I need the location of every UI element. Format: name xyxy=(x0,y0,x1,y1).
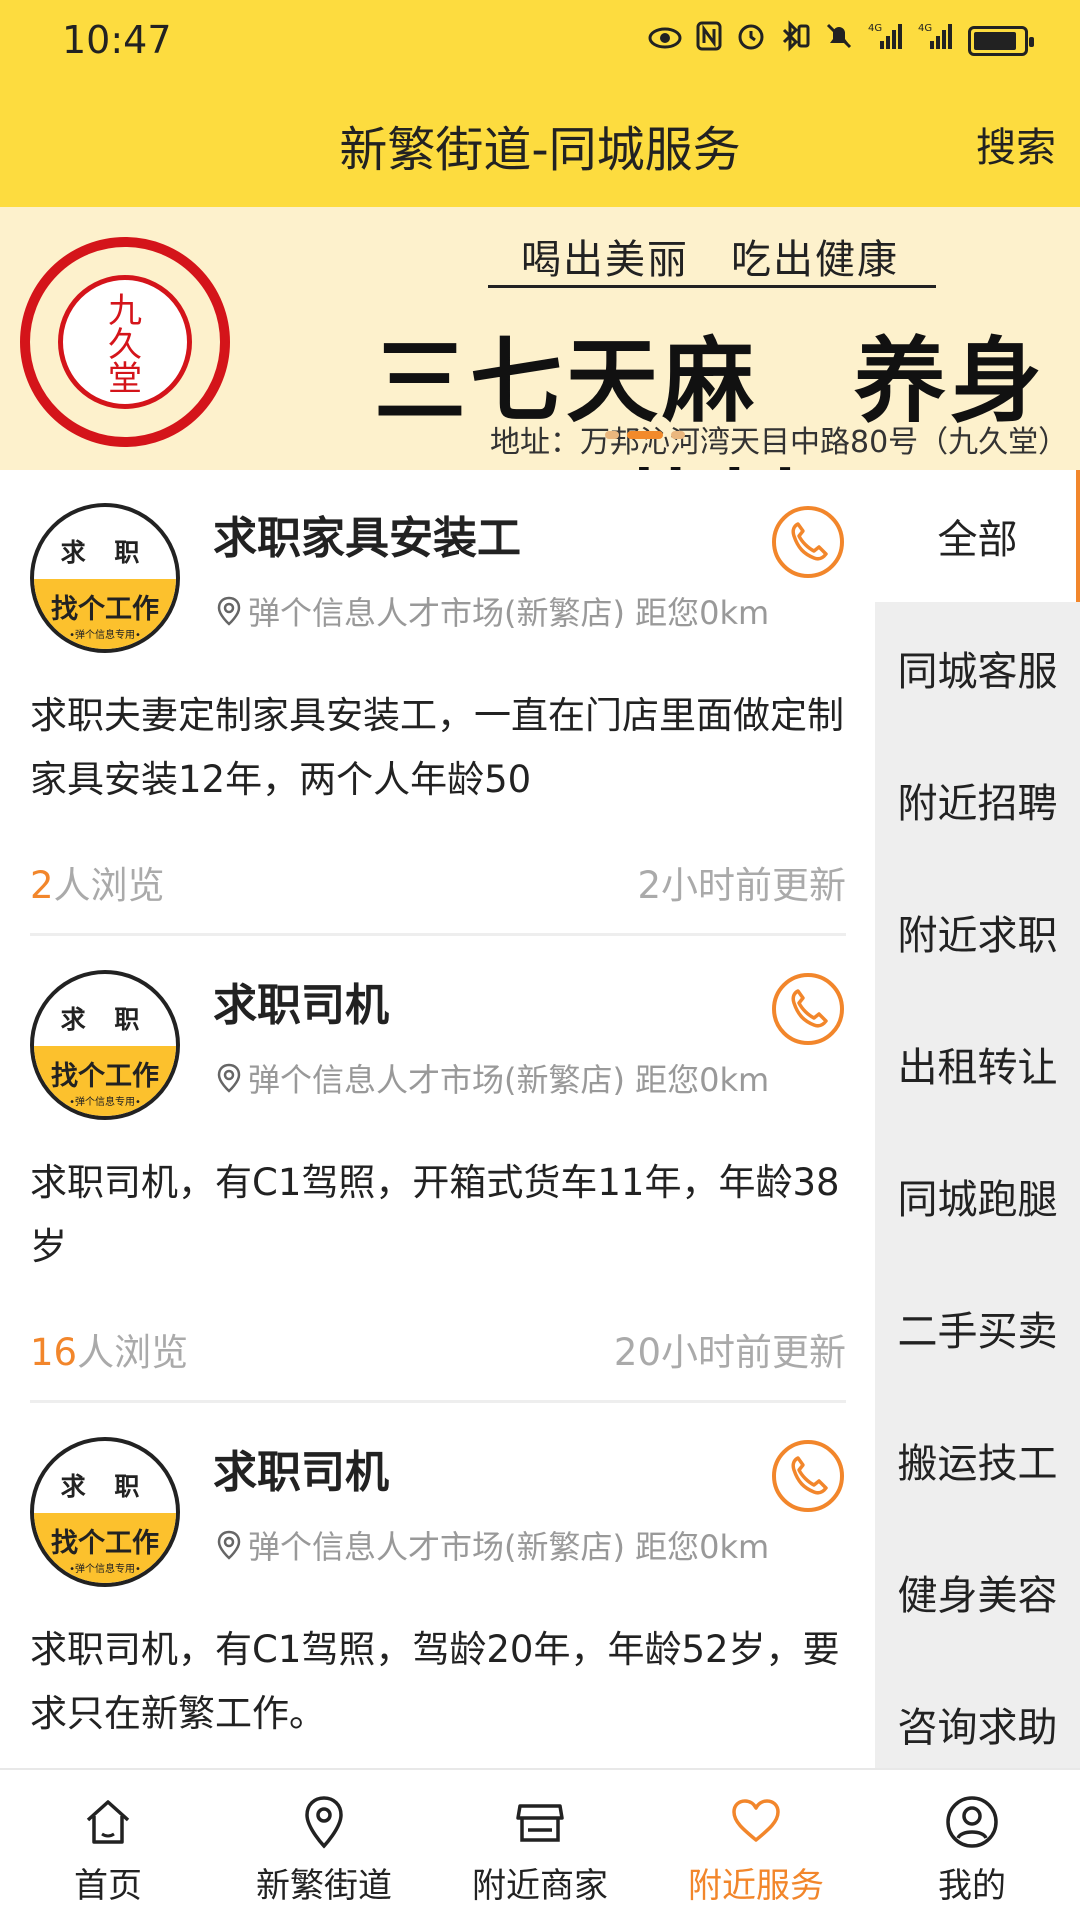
nav-street[interactable]: 新繁街道 xyxy=(216,1770,432,1920)
phone-call-icon[interactable] xyxy=(772,506,844,578)
carousel-dot xyxy=(605,431,619,439)
bottom-nav: 首页 新繁街道 附近商家 附近服务 我的 xyxy=(0,1768,1080,1920)
status-time: 10:47 xyxy=(62,18,172,62)
listing-description: 求职司机，有C1驾照，驾龄20年，年龄52岁，要求只在新繁工作。 xyxy=(30,1628,840,1735)
listing-updated: 20小时前更新 xyxy=(613,1331,846,1374)
location-pin-icon xyxy=(217,596,241,626)
nav-nearby-services[interactable]: 附近服务 xyxy=(648,1770,864,1920)
sidebar-item-rental[interactable]: 出租转让 xyxy=(875,998,1080,1130)
home-icon xyxy=(86,1800,130,1844)
listing-avatar: 求 职 找个工作 •弹个信息专用• xyxy=(30,503,180,653)
banner-divider xyxy=(488,285,936,288)
phone-call-icon[interactable] xyxy=(772,973,844,1045)
listing-avatar: 求 职 找个工作 •弹个信息专用• xyxy=(30,970,180,1120)
user-icon xyxy=(946,1796,998,1848)
listing-views: 2人浏览 xyxy=(30,864,165,907)
seal-logo: 九 久 堂 xyxy=(20,237,230,447)
listing-title: 求职司机 xyxy=(213,980,389,1031)
listing-avatar: 求 职 找个工作 •弹个信息专用• xyxy=(30,1437,180,1587)
signal-label: 4G xyxy=(918,23,932,34)
bluetooth-icon xyxy=(780,20,810,61)
listing-location: 弹个信息人才市场(新繁店) 距您0km xyxy=(216,1522,769,1568)
listing-location: 弹个信息人才市场(新繁店) 距您0km xyxy=(216,1055,769,1101)
listing-title: 求职司机 xyxy=(213,1447,389,1498)
location-pin-icon xyxy=(305,1796,343,1849)
status-icons: 4G 4G xyxy=(648,20,1034,61)
carousel-indicator xyxy=(605,431,685,439)
listing-card[interactable]: 求 职 找个工作 •弹个信息专用• 求职司机 弹个信息人才市场(新繁店) 距您0… xyxy=(30,1404,846,1768)
banner-address: 地址：万邦沁河湾天目中路80号（九久堂） xyxy=(490,425,1069,460)
sidebar-item-recruiting[interactable]: 附近招聘 xyxy=(875,734,1080,866)
listing-views: 16人浏览 xyxy=(30,1331,189,1374)
search-button[interactable]: 搜索 xyxy=(976,115,1056,173)
page-title: 新繁街道-同城服务 xyxy=(339,122,741,178)
top-bar: 10:47 4G 4G 新繁街道-同城服务 搜索 xyxy=(0,0,1080,207)
store-icon xyxy=(516,1804,564,1842)
listing-location: 弹个信息人才市场(新繁店) 距您0km xyxy=(216,588,769,634)
sidebar-item-moving-labor[interactable]: 搬运技工 xyxy=(875,1394,1080,1526)
nav-nearby-merchants[interactable]: 附近商家 xyxy=(432,1770,648,1920)
listing-list[interactable]: 求 职 找个工作 •弹个信息专用• 求职家具安装工 弹个信息人才市场(新繁店) … xyxy=(0,470,875,1768)
phone-call-icon[interactable] xyxy=(772,1440,844,1512)
ad-banner[interactable]: 九 久 堂 喝出美丽 吃出健康 三七天麻 养身药材 地址：万邦沁河湾天目中路80… xyxy=(0,207,1080,470)
sidebar-item-errands[interactable]: 同城跑腿 xyxy=(875,1130,1080,1262)
nav-home[interactable]: 首页 xyxy=(0,1770,216,1920)
listing-card[interactable]: 求 职 找个工作 •弹个信息专用• 求职司机 弹个信息人才市场(新繁店) 距您0… xyxy=(30,937,846,1403)
battery-charging-icon xyxy=(968,25,1034,56)
sidebar-item-fitness-beauty[interactable]: 健身美容 xyxy=(875,1526,1080,1658)
mute-icon xyxy=(824,21,854,60)
banner-slogan: 喝出美丽 吃出健康 xyxy=(521,237,899,283)
seal-text: 九 久 堂 xyxy=(108,291,142,399)
listing-description: 求职夫妻定制家具安装工，一直在门店里面做定制家具安装12年，两个人年龄50 xyxy=(30,694,844,801)
signal-label: 4G xyxy=(868,23,882,34)
nav-mine[interactable]: 我的 xyxy=(864,1770,1080,1920)
signal-4g-icon: 4G xyxy=(918,21,954,60)
listing-card[interactable]: 求 职 找个工作 •弹个信息专用• 求职家具安装工 弹个信息人才市场(新繁店) … xyxy=(30,470,846,936)
listing-updated: 2小时前更新 xyxy=(637,864,846,907)
listing-title: 求职家具安装工 xyxy=(213,513,521,564)
active-indicator xyxy=(1076,470,1080,602)
carousel-dot xyxy=(671,431,685,439)
carousel-dot-active xyxy=(627,431,663,439)
nfc-icon xyxy=(696,21,722,60)
location-pin-icon xyxy=(217,1530,241,1560)
heart-icon xyxy=(732,1799,780,1842)
signal-4g-icon: 4G xyxy=(868,21,904,60)
eye-icon xyxy=(648,23,682,59)
location-pin-icon xyxy=(217,1063,241,1093)
sidebar-item-job-seeking[interactable]: 附近求职 xyxy=(875,866,1080,998)
listing-description: 求职司机，有C1驾照，开箱式货车11年，年龄38岁 xyxy=(30,1161,840,1268)
sidebar-item-all[interactable]: 全部 xyxy=(875,470,1080,602)
category-sidebar: 全部 同城客服 附近招聘 附近求职 出租转让 同城跑腿 二手买卖 搬运技工 健身… xyxy=(875,470,1080,1768)
sidebar-item-customer-service[interactable]: 同城客服 xyxy=(875,602,1080,734)
sidebar-item-second-hand[interactable]: 二手买卖 xyxy=(875,1262,1080,1394)
alarm-icon xyxy=(736,21,766,60)
